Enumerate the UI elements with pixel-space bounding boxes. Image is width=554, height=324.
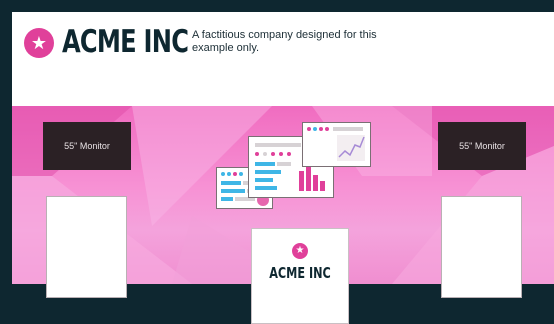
star-icon: ★	[24, 28, 54, 58]
dashboard-card-line	[302, 122, 371, 167]
reception-counter: ★ ACME INC	[251, 228, 349, 324]
brand-name: ACME INC	[62, 24, 189, 60]
line-chart-graphic	[307, 127, 365, 161]
monitor-left: 55" Monitor	[43, 122, 131, 170]
counter-brand-name: ACME INC	[269, 264, 331, 282]
monitor-right: 55" Monitor	[438, 122, 526, 170]
side-panel-left	[46, 196, 127, 298]
side-panel-right	[441, 196, 522, 298]
header-banner: ★ ACME INC A factitious company designed…	[12, 12, 554, 106]
star-icon: ★	[292, 243, 308, 259]
booth-stage: ★ ACME INC A factitious company designed…	[0, 0, 554, 324]
monitor-right-label: 55" Monitor	[459, 141, 505, 151]
brand-tagline: A factitious company designed for this e…	[192, 29, 377, 54]
monitor-left-label: 55" Monitor	[64, 141, 110, 151]
